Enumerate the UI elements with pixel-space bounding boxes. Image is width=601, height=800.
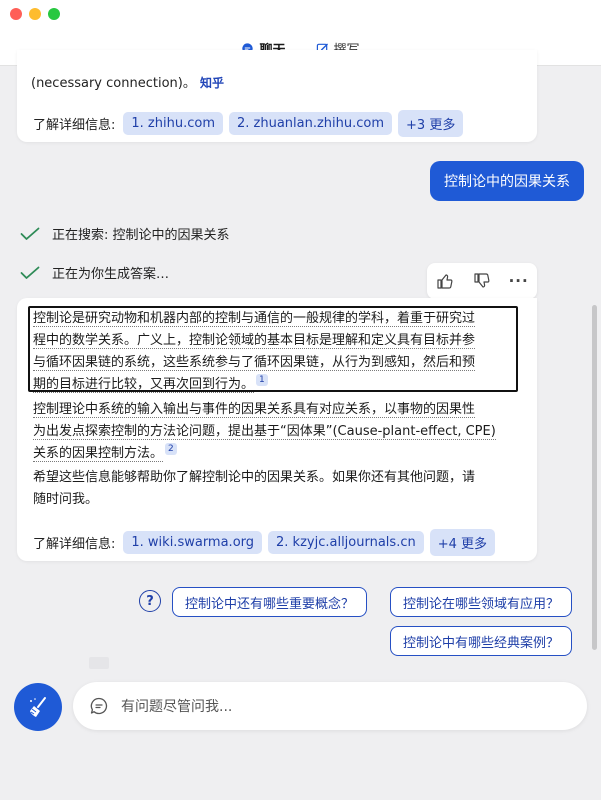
searching-status: 正在搜索: 控制论中的因果关系 — [20, 224, 230, 243]
broom-icon — [30, 697, 46, 717]
minimize-window-button[interactable] — [29, 8, 41, 20]
generating-status-text: 正在为你生成答案… — [52, 267, 170, 282]
answer-paragraph-2: 控制理论中系统的输入输出与事件的因果关系具有对应关系，以事物的因果性 为出发点探… — [33, 402, 496, 462]
scrollbar[interactable] — [592, 305, 597, 650]
more-icon: ··· — [508, 272, 529, 290]
answer-paragraph-1: 控制论是研究动物和机器内部的控制与通信的一般规律的学科，着重于研究过 程中的数学… — [33, 311, 476, 393]
help-icon[interactable]: ? — [139, 590, 161, 612]
chat-bubble-icon — [90, 697, 108, 715]
thumbs-down-icon — [474, 273, 490, 288]
source-label[interactable]: 知乎 — [200, 76, 224, 90]
learn-more-label: 了解详细信息: — [33, 537, 116, 552]
suggestion-chip[interactable]: 控制论中有哪些经典案例？ — [390, 626, 573, 656]
citation-badge[interactable]: 2 — [165, 443, 177, 455]
chat-input-placeholder: 有问题尽管问我... — [121, 699, 233, 715]
previous-answer-card: (necessary connection)。 知乎 了解详细信息: 1. zh… — [17, 50, 537, 142]
user-message-bubble: 控制论中的因果关系 — [430, 161, 584, 201]
new-topic-button[interactable] — [14, 683, 62, 731]
learn-more-label: 了解详细信息: — [33, 118, 116, 133]
thumbs-up-icon — [437, 274, 453, 289]
more-sources-link[interactable]: +4 更多 — [429, 529, 496, 556]
check-icon — [20, 266, 40, 279]
more-sources-link[interactable]: +3 更多 — [398, 110, 464, 137]
previous-learn-more: 了解详细信息: 1. zhihu.com 2. zhuanlan.zhihu.c… — [33, 110, 464, 137]
chat-input[interactable]: 有问题尽管问我... — [73, 682, 587, 730]
check-icon — [20, 227, 40, 240]
suggestion-chip[interactable]: 控制论在哪些领域有应用？ — [390, 587, 573, 617]
previous-answer-text: (necessary connection)。 知乎 — [31, 76, 224, 91]
user-message-text: 控制论中的因果关系 — [444, 174, 570, 190]
close-window-button[interactable] — [10, 8, 22, 20]
maximize-window-button[interactable] — [48, 8, 60, 20]
answer-paragraph-3: 希望这些信息能够帮助你了解控制论中的因果关系。如果你还有其他问题，请 随时问我。 — [33, 470, 476, 507]
generating-status: 正在为你生成答案… — [20, 263, 169, 282]
scroll-indicator-icon — [89, 657, 109, 669]
source-link[interactable]: 1. wiki.swarma.org — [123, 531, 263, 554]
like-button[interactable] — [432, 268, 458, 294]
answer-card: 控制论是研究动物和机器内部的控制与通信的一般规律的学科，着重于研究过 程中的数学… — [17, 298, 537, 561]
source-link[interactable]: 2. zhuanlan.zhihu.com — [228, 112, 393, 135]
window-controls — [10, 8, 60, 20]
feedback-toolbar: ··· — [427, 263, 537, 299]
answer-learn-more: 了解详细信息: 1. wiki.swarma.org 2. kzyjc.allj… — [33, 529, 496, 556]
source-link[interactable]: 1. zhihu.com — [123, 112, 223, 135]
more-options-button[interactable]: ··· — [506, 268, 532, 294]
source-link[interactable]: 2. kzyjc.alljournals.cn — [268, 531, 424, 554]
dislike-button[interactable] — [469, 268, 495, 294]
citation-badge[interactable]: 1 — [256, 374, 268, 386]
searching-status-text: 正在搜索: 控制论中的因果关系 — [52, 228, 230, 243]
suggestion-chip[interactable]: 控制论中还有哪些重要概念？ — [172, 587, 368, 617]
